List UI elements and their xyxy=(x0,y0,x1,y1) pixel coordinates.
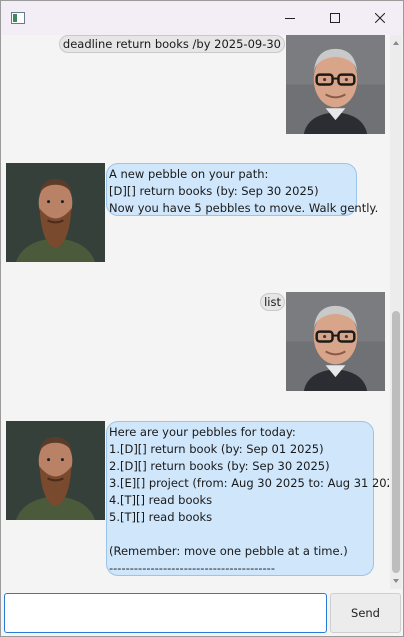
user-message-bubble: deadline return books /by 2025-09-30 xyxy=(58,35,285,53)
user-avatar-image xyxy=(286,292,385,391)
minimize-icon xyxy=(285,18,295,19)
title-bar[interactable] xyxy=(1,1,403,35)
user-avatar xyxy=(286,35,385,134)
bot-avatar-image xyxy=(6,421,105,520)
chat-panel[interactable]: deadline return books /by 2025-09-30 A n… xyxy=(1,35,389,589)
maximize-icon xyxy=(330,13,340,23)
maximize-button[interactable] xyxy=(312,1,358,35)
scroll-up-arrow-icon[interactable] xyxy=(393,41,399,45)
user-message-bubble: list xyxy=(260,293,285,311)
bot-avatar xyxy=(6,163,105,262)
message-input[interactable] xyxy=(4,593,327,633)
scrollbar-thumb[interactable] xyxy=(392,311,400,573)
close-icon xyxy=(375,13,385,23)
user-avatar xyxy=(286,292,385,391)
bot-avatar xyxy=(6,421,105,520)
user-avatar-image xyxy=(286,35,385,134)
input-bar: Send xyxy=(1,590,403,636)
bot-message-bubble: Here are your pebbles for today: 1.[D][]… xyxy=(106,421,389,576)
bot-message-bubble: A new pebble on your path: [D][] return … xyxy=(106,163,378,216)
send-button[interactable]: Send xyxy=(330,593,401,633)
bot-avatar-image xyxy=(6,163,105,262)
scroll-down-arrow-icon[interactable] xyxy=(393,579,399,583)
close-button[interactable] xyxy=(357,1,403,35)
minimize-button[interactable] xyxy=(267,1,313,35)
app-window: deadline return books /by 2025-09-30 A n… xyxy=(0,0,404,637)
app-icon xyxy=(11,12,25,24)
chat-scrollbar[interactable] xyxy=(390,35,402,589)
